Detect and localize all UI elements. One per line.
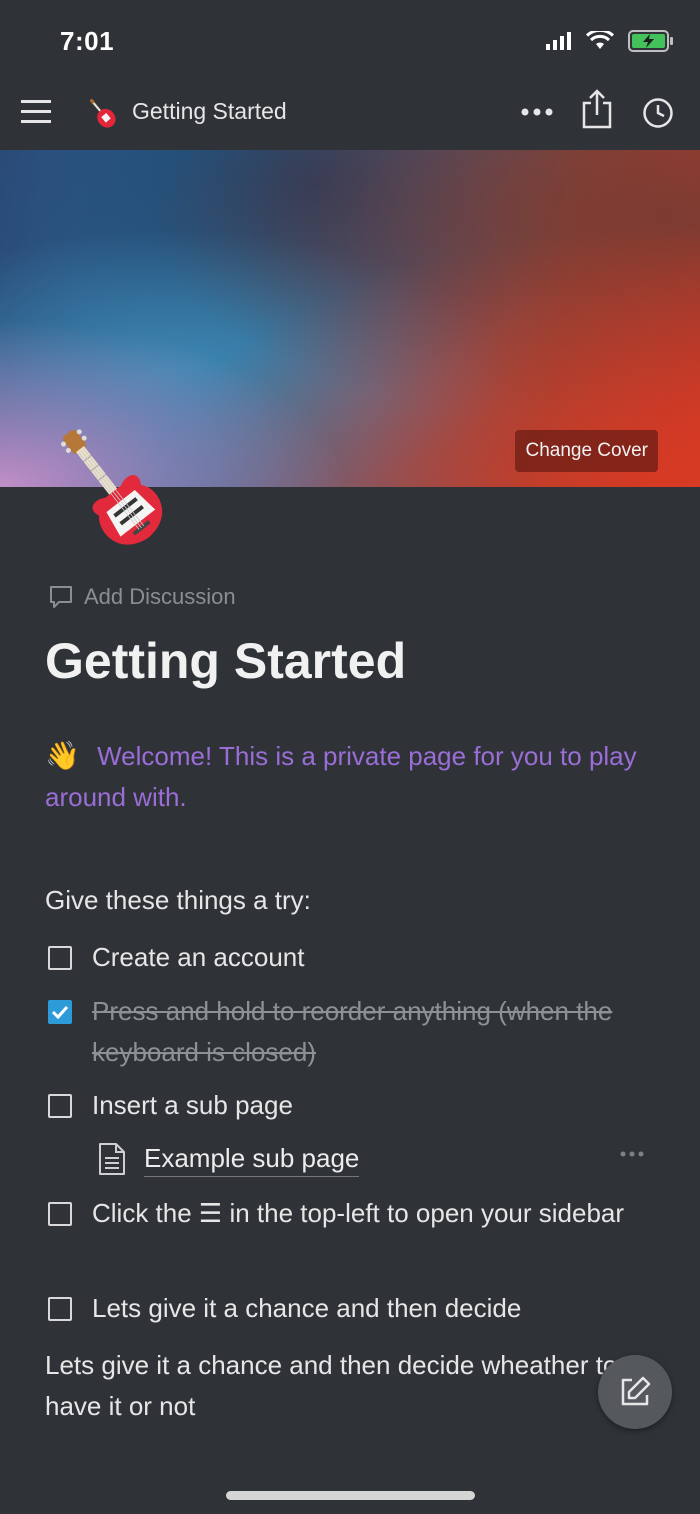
todo-checkbox-checked[interactable] xyxy=(48,1000,72,1024)
add-discussion-button[interactable]: Add Discussion xyxy=(48,584,236,610)
history-button[interactable] xyxy=(640,96,676,130)
todo-text[interactable]: Press and hold to reorder anything (when… xyxy=(92,991,652,1073)
todo-item: Click the ☰ in the top-left to open your… xyxy=(48,1193,652,1234)
compose-icon xyxy=(621,1376,651,1406)
subpage-more-button[interactable] xyxy=(619,1150,645,1158)
todo-item: Insert a sub page xyxy=(48,1085,652,1126)
subpage-link[interactable]: Example sub page xyxy=(98,1140,360,1177)
todo-text[interactable]: Create an account xyxy=(92,937,652,978)
battery-charging-icon xyxy=(628,30,673,52)
welcome-block[interactable]: 👋 Welcome! This is a private page for yo… xyxy=(45,735,645,818)
menu-button[interactable] xyxy=(18,96,54,128)
add-discussion-label: Add Discussion xyxy=(84,584,236,609)
todo-checkbox[interactable] xyxy=(48,1094,72,1118)
share-button[interactable] xyxy=(580,88,614,130)
new-page-button[interactable] xyxy=(598,1355,672,1429)
todo-text[interactable]: Lets give it a chance and then decide xyxy=(92,1288,652,1329)
waving-hand-emoji: 👋 xyxy=(45,740,80,771)
wifi-icon xyxy=(586,31,614,49)
guitar-icon xyxy=(60,429,163,545)
subpage-title: Example sub page xyxy=(144,1140,360,1177)
todo-text[interactable]: Insert a sub page xyxy=(92,1085,652,1126)
cellular-signal-icon xyxy=(546,32,571,50)
todo-item: Lets give it a chance and then decide xyxy=(48,1288,652,1329)
status-bar: 7:01 xyxy=(0,0,700,80)
page-heading[interactable]: Getting Started xyxy=(45,632,406,690)
ellipsis-icon xyxy=(521,108,553,116)
page-icon[interactable] xyxy=(42,420,182,560)
text-block[interactable]: Lets give it a chance and then decide wh… xyxy=(45,1345,645,1427)
status-time: 7:01 xyxy=(60,26,115,56)
share-icon xyxy=(582,89,612,129)
hamburger-icon xyxy=(21,100,51,123)
more-options-button[interactable] xyxy=(518,102,556,122)
status-icons xyxy=(546,30,674,52)
guitar-icon xyxy=(89,98,116,128)
checkmark-icon xyxy=(51,1005,69,1019)
intro-text[interactable]: Give these things a try: xyxy=(45,885,311,916)
page-title-bar: Getting Started xyxy=(132,98,287,124)
comment-icon xyxy=(50,586,72,608)
home-indicator[interactable] xyxy=(226,1491,475,1500)
change-cover-button[interactable]: Change Cover xyxy=(515,430,658,472)
todo-checkbox[interactable] xyxy=(48,1202,72,1226)
document-icon xyxy=(99,1142,125,1175)
todo-checkbox[interactable] xyxy=(48,946,72,970)
clock-icon xyxy=(643,98,673,128)
todo-checkbox[interactable] xyxy=(48,1297,72,1321)
page-emoji-small xyxy=(82,94,122,132)
ellipsis-icon xyxy=(620,1151,644,1157)
todo-item: Press and hold to reorder anything (when… xyxy=(48,991,652,1073)
todo-text[interactable]: Click the ☰ in the top-left to open your… xyxy=(92,1193,652,1234)
welcome-text: Welcome! This is a private page for you … xyxy=(45,741,637,812)
todo-item: Create an account xyxy=(48,937,652,978)
